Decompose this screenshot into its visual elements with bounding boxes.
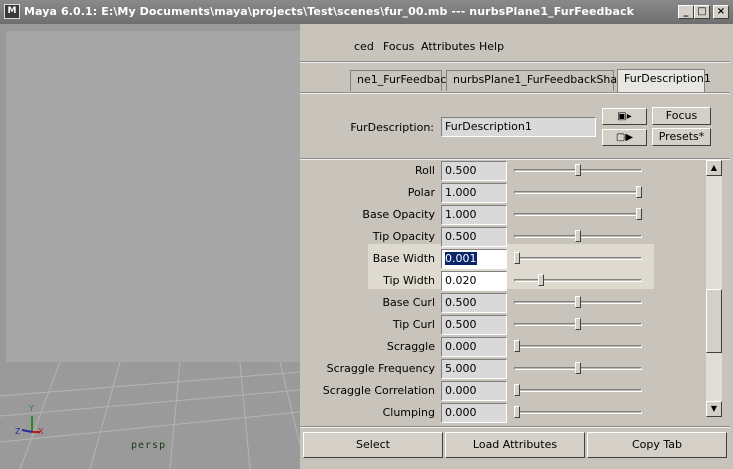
scraggle-label: Scraggle xyxy=(386,340,435,353)
menu-item-advanced[interactable]: ced xyxy=(354,40,374,53)
tip-width-value: 0.020 xyxy=(445,274,477,287)
scraggle-frequency-field[interactable]: 5.000 xyxy=(441,359,507,379)
scroll-thumb[interactable] xyxy=(706,289,722,353)
select-button[interactable]: Select xyxy=(303,432,443,458)
base-width-slider-thumb[interactable] xyxy=(514,252,520,264)
base-opacity-field[interactable]: 1.000 xyxy=(441,205,507,225)
polar-label: Polar xyxy=(407,186,435,199)
scraggle-correlation-value: 0.000 xyxy=(445,384,477,397)
camera-label: persp xyxy=(131,440,167,451)
scraggle-frequency-label: Scraggle Frequency xyxy=(326,362,435,375)
input-connection-icon: ▣▸ xyxy=(617,111,632,122)
tab-furfeedbackshape[interactable]: nurbsPlane1_FurFeedbackShape xyxy=(446,70,631,91)
bottom-divider xyxy=(300,426,730,428)
scraggle-correlation-label: Scraggle Correlation xyxy=(322,384,435,397)
close-button[interactable]: × xyxy=(713,5,729,19)
axis-x-label: X xyxy=(38,427,44,436)
scraggle-value: 0.000 xyxy=(445,340,477,353)
roll-label: Roll xyxy=(415,164,435,177)
scraggle-slider-thumb[interactable] xyxy=(514,340,520,352)
roll-value: 0.500 xyxy=(445,164,477,177)
vertical-scrollbar[interactable]: ▲ ▼ xyxy=(706,160,722,417)
maximize-button[interactable]: □ xyxy=(694,5,710,19)
furdescription-field[interactable]: FurDescription1 xyxy=(441,117,596,137)
axis-z-label: Z xyxy=(15,427,21,436)
tip-curl-field[interactable]: 0.500 xyxy=(441,315,507,335)
base-curl-field[interactable]: 0.500 xyxy=(441,293,507,313)
polar-slider[interactable] xyxy=(514,191,642,194)
menu-item-focus[interactable]: Focus xyxy=(383,40,414,53)
menu-divider xyxy=(300,61,730,63)
scraggle-field[interactable]: 0.000 xyxy=(441,337,507,357)
clumping-field[interactable]: 0.000 xyxy=(441,403,507,423)
menu-item-attributes[interactable]: Attributes xyxy=(421,40,475,53)
axis-y-label: Y xyxy=(29,404,34,413)
maya-icon[interactable]: M xyxy=(4,4,20,19)
tab-furfeedback[interactable]: ne1_FurFeedback xyxy=(350,70,453,91)
presets-button[interactable]: Presets* xyxy=(652,128,711,146)
title-bar: M Maya 6.0.1: E:\My Documents\maya\proje… xyxy=(0,0,733,24)
tip-opacity-slider-thumb[interactable] xyxy=(575,230,581,242)
base-opacity-slider[interactable] xyxy=(514,213,642,216)
3d-viewport[interactable]: Y Z X persp xyxy=(0,24,300,469)
focus-button[interactable]: Focus xyxy=(652,107,711,125)
tab-divider xyxy=(300,92,730,94)
polar-field[interactable]: 1.000 xyxy=(441,183,507,203)
scraggle-correlation-slider[interactable] xyxy=(514,389,642,392)
menu-item-help[interactable]: Help xyxy=(479,40,504,53)
input-connection-button[interactable]: ▣▸ xyxy=(602,108,647,125)
window-title: Maya 6.0.1: E:\My Documents\maya\project… xyxy=(24,5,635,18)
base-curl-label: Base Curl xyxy=(382,296,435,309)
scraggle-correlation-slider-thumb[interactable] xyxy=(514,384,520,396)
output-connection-button[interactable]: ▢▶ xyxy=(602,129,647,146)
scraggle-correlation-field[interactable]: 0.000 xyxy=(441,381,507,401)
clumping-value: 0.000 xyxy=(445,406,477,419)
base-width-value: 0.001 xyxy=(445,252,477,265)
roll-slider-thumb[interactable] xyxy=(575,164,581,176)
clumping-slider[interactable] xyxy=(514,411,642,414)
base-opacity-value: 1.000 xyxy=(445,208,477,221)
minimize-button[interactable]: _ xyxy=(678,5,694,19)
clumping-label: Clumping xyxy=(382,406,435,419)
base-curl-slider-thumb[interactable] xyxy=(575,296,581,308)
output-connection-icon: ▢▶ xyxy=(615,132,634,143)
tip-opacity-label: Tip Opacity xyxy=(372,230,435,243)
tip-curl-label: Tip Curl xyxy=(392,318,435,331)
scraggle-frequency-value: 5.000 xyxy=(445,362,477,375)
copy-tab-button[interactable]: Copy Tab xyxy=(587,432,727,458)
base-opacity-label: Base Opacity xyxy=(362,208,435,221)
section-divider xyxy=(300,158,730,160)
tip-width-field[interactable]: 0.020 xyxy=(441,271,507,291)
tab-furdescription1[interactable]: FurDescription1 xyxy=(617,69,711,92)
tip-width-label: Tip Width xyxy=(383,274,435,287)
load-attributes-button[interactable]: Load Attributes xyxy=(445,432,585,458)
roll-field[interactable]: 0.500 xyxy=(441,161,507,181)
tip-curl-value: 0.500 xyxy=(445,318,477,331)
tip-curl-slider-thumb[interactable] xyxy=(575,318,581,330)
scraggle-frequency-slider-thumb[interactable] xyxy=(575,362,581,374)
base-width-label: Base Width xyxy=(372,252,435,265)
base-width-slider[interactable] xyxy=(514,257,642,260)
tip-width-slider-thumb[interactable] xyxy=(538,274,544,286)
tip-opacity-value: 0.500 xyxy=(445,230,477,243)
base-curl-value: 0.500 xyxy=(445,296,477,309)
scraggle-slider[interactable] xyxy=(514,345,642,348)
base-width-field[interactable]: 0.001 xyxy=(441,249,507,269)
furdescription-label: FurDescription: xyxy=(350,121,434,134)
base-opacity-slider-thumb[interactable] xyxy=(636,208,642,220)
clumping-slider-thumb[interactable] xyxy=(514,406,520,418)
scroll-down-icon[interactable]: ▼ xyxy=(706,401,722,417)
polar-value: 1.000 xyxy=(445,186,477,199)
tip-width-slider[interactable] xyxy=(514,279,642,282)
viewport-overlay-panel xyxy=(6,31,300,362)
tip-opacity-field[interactable]: 0.500 xyxy=(441,227,507,247)
polar-slider-thumb[interactable] xyxy=(636,186,642,198)
scroll-up-icon[interactable]: ▲ xyxy=(706,160,722,176)
